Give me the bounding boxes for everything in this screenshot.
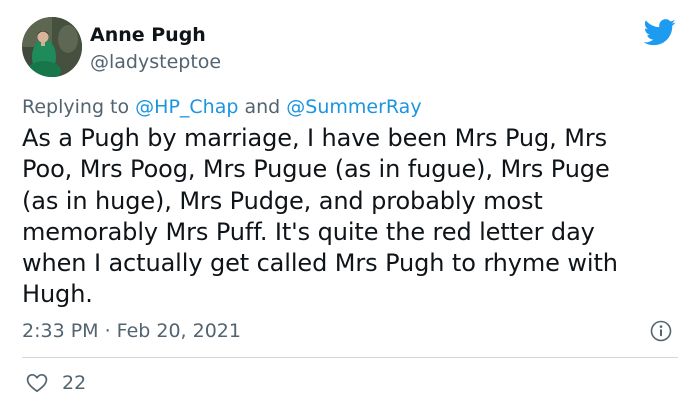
heart-outline-glyph xyxy=(26,373,48,393)
like-count: 22 xyxy=(62,372,87,394)
tweet-text: As a Pugh by marriage, I have been Mrs P… xyxy=(22,123,692,311)
twitter-bird-glyph xyxy=(643,19,676,46)
tweet-text-line: memorably Mrs Puff. It's quite the red l… xyxy=(22,217,595,246)
avatar[interactable] xyxy=(22,17,82,77)
divider xyxy=(22,357,678,358)
author-handle[interactable]: @ladysteptoe xyxy=(90,50,221,74)
heart-icon[interactable] xyxy=(26,373,48,393)
mention-link[interactable]: @SummerRay xyxy=(286,96,421,118)
tweet-text-line: (as in huge), Mrs Pudge, and probably mo… xyxy=(22,186,543,215)
twitter-bird-icon[interactable] xyxy=(643,19,676,46)
tweet-text-line: when I actually get called Mrs Pugh to r… xyxy=(22,249,618,278)
reply-prefix: Replying to xyxy=(22,96,130,118)
author-name[interactable]: Anne Pugh xyxy=(90,23,206,47)
tweet-text-line: Hugh. xyxy=(22,280,93,309)
reply-joiner: and xyxy=(244,96,281,118)
tweet-card: Anne Pugh @ladysteptoe Replying to @HP_C… xyxy=(0,0,700,411)
tweet-text-line: Poo, Mrs Poog, Mrs Pugue (as in fugue), … xyxy=(22,155,610,184)
info-circle-glyph xyxy=(650,320,672,342)
tweet-text-line: As a Pugh by marriage, I have been Mrs P… xyxy=(22,124,607,152)
avatar-portrait xyxy=(22,17,82,77)
mention-link[interactable]: @HP_Chap xyxy=(135,96,238,118)
tweet-timestamp[interactable]: 2:33 PM · Feb 20, 2021 xyxy=(22,318,241,344)
info-icon[interactable] xyxy=(650,320,672,342)
reply-context: Replying to @HP_Chap and @SummerRay xyxy=(22,94,422,120)
